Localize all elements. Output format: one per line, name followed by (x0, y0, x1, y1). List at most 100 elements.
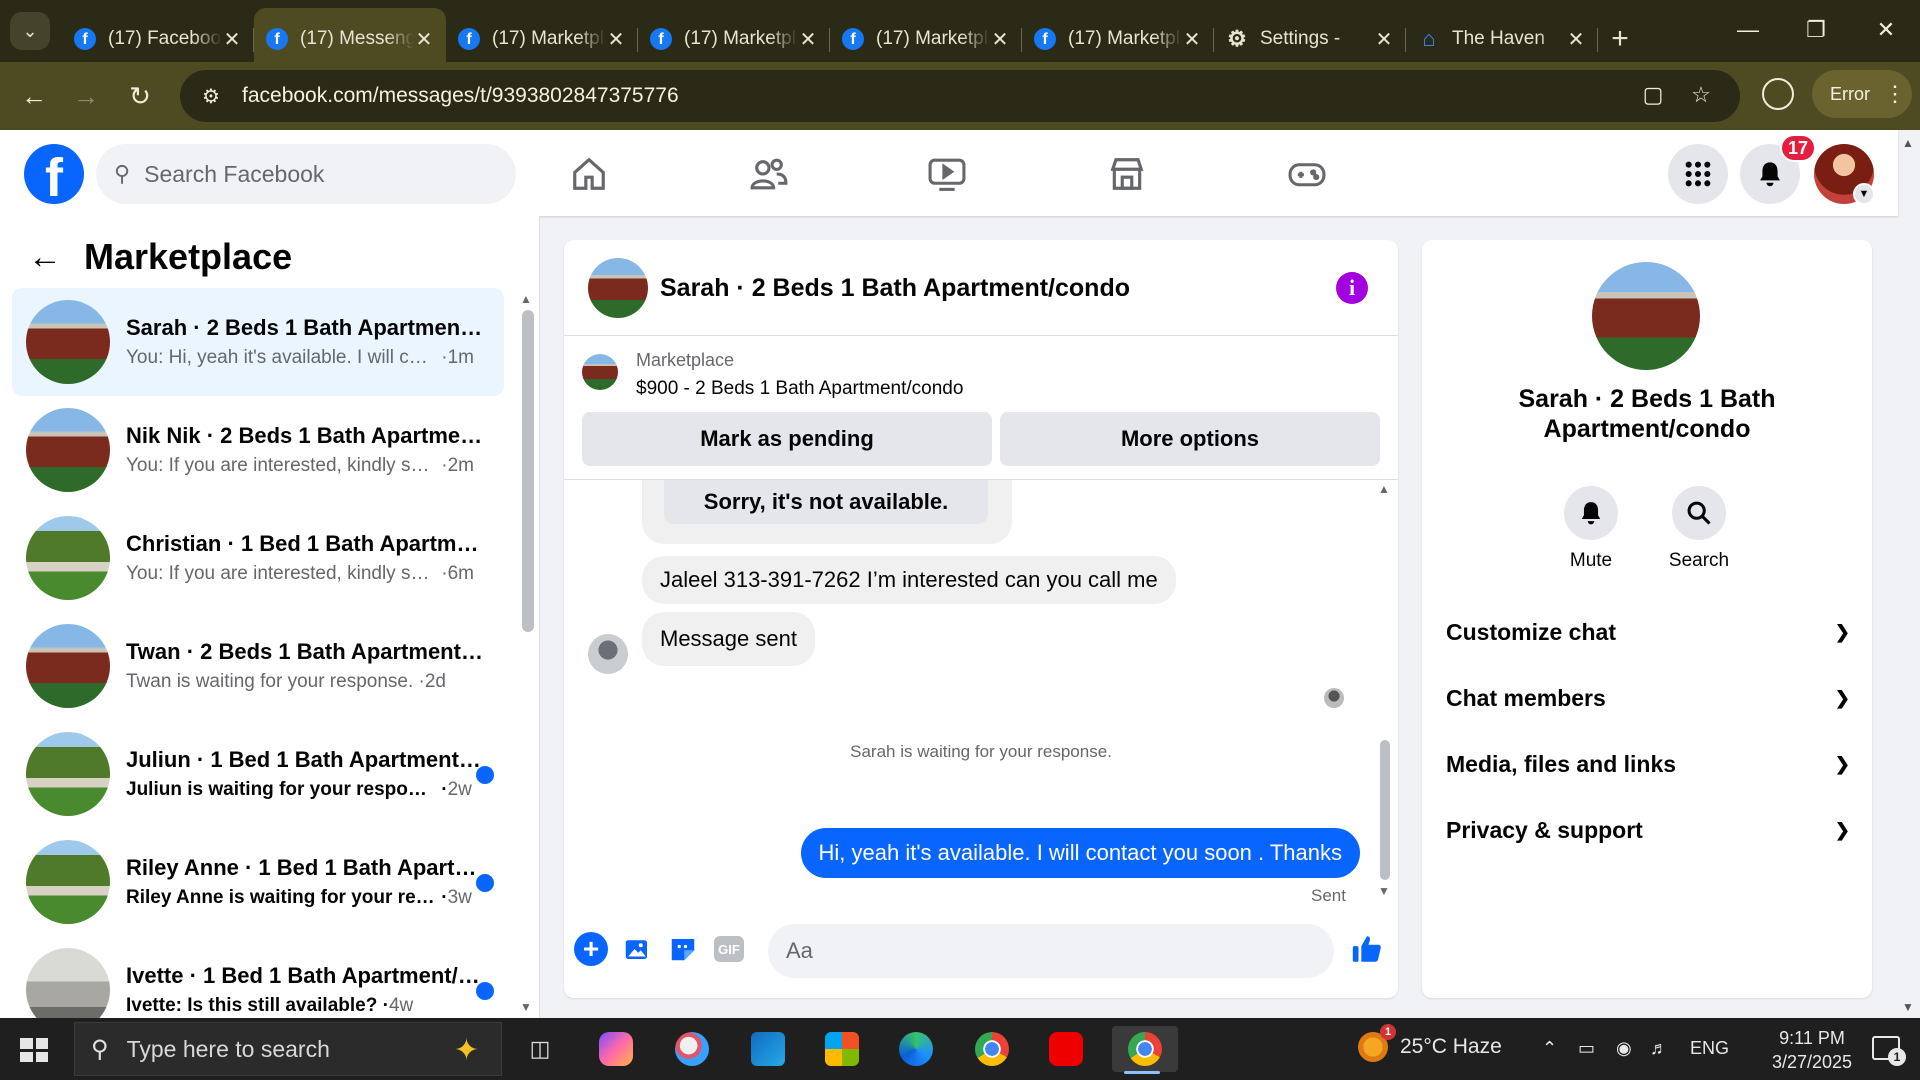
install-app-icon[interactable]: ▢ (1638, 82, 1668, 112)
media-files-links-section[interactable]: Media, files and links ❯ (1446, 740, 1850, 788)
new-tab-button[interactable]: + (1598, 16, 1642, 62)
video-nav[interactable] (924, 152, 970, 196)
address-bar[interactable]: ⚙ facebook.com/messages/t/93938028473757… (180, 70, 1740, 122)
chevron-up-icon[interactable]: ⌃ (1542, 1038, 1557, 1059)
tab-messenger[interactable]: f (17) Messenger ✕ (254, 8, 446, 62)
tab-marketplace-3[interactable]: f (17) Marketplace ✕ (830, 16, 1022, 62)
like-button[interactable] (1350, 932, 1384, 966)
microsoft-store-app[interactable] (812, 1026, 872, 1072)
close-icon[interactable]: ✕ (990, 27, 1010, 52)
youtube-app[interactable] (1036, 1026, 1096, 1072)
scroll-up-arrow[interactable]: ▲ (1378, 482, 1390, 496)
close-icon[interactable]: ✕ (1566, 27, 1586, 52)
back-button[interactable]: ← (14, 76, 54, 116)
marketplace-nav[interactable] (1104, 152, 1150, 196)
photo-icon[interactable] (620, 932, 654, 966)
chat-members-section[interactable]: Chat members ❯ (1446, 674, 1850, 722)
language-indicator[interactable]: ENG (1690, 1038, 1729, 1059)
task-view-button[interactable]: ◫ (510, 1026, 570, 1072)
chat-title[interactable]: Sarah · 2 Beds 1 Bath Apartment/condo (660, 274, 1130, 303)
gaming-nav[interactable] (1284, 152, 1330, 196)
scroll-down-arrow[interactable]: ▼ (1378, 884, 1390, 898)
taskbar-clock[interactable]: 9:11 PM 3/27/2025 (1766, 1026, 1858, 1074)
paint-app[interactable] (662, 1026, 722, 1072)
customize-chat-section[interactable]: Customize chat ❯ (1446, 608, 1850, 656)
restore-button[interactable]: ❐ (1786, 10, 1846, 50)
copilot-app[interactable] (586, 1026, 646, 1072)
star-icon[interactable]: ☆ (1686, 82, 1716, 112)
reload-button[interactable]: ↻ (120, 76, 160, 116)
chevron-down-icon[interactable]: ▼ (1853, 183, 1875, 205)
forward-button[interactable]: → (66, 76, 106, 116)
notification-center-button[interactable]: 1 (1872, 1036, 1906, 1066)
minimize-button[interactable]: — (1718, 10, 1778, 50)
site-info-icon[interactable]: ⚙ (186, 84, 236, 109)
close-icon[interactable]: ✕ (606, 27, 626, 52)
outlook-app[interactable] (738, 1026, 798, 1072)
tab-marketplace-1[interactable]: f (17) Marketplace ✕ (446, 16, 638, 62)
facebook-logo-icon[interactable]: f (24, 144, 84, 204)
weather-widget[interactable]: 1 25°C Haze (1358, 1024, 1502, 1062)
wifi-icon[interactable]: ◉ (1616, 1038, 1632, 1059)
menu-button[interactable] (1668, 144, 1728, 204)
chrome-app[interactable] (962, 1026, 1022, 1072)
outgoing-message[interactable]: Hi, yeah it's available. I will contact … (800, 828, 1360, 878)
conversation-list-scrollbar[interactable] (522, 310, 534, 632)
info-icon[interactable]: i (1336, 272, 1368, 304)
scroll-down-arrow[interactable]: ▼ (520, 1000, 532, 1014)
chat-avatar[interactable] (588, 258, 648, 318)
privacy-support-section[interactable]: Privacy & support ❯ (1446, 806, 1850, 854)
close-icon[interactable]: ✕ (798, 27, 818, 52)
listing-thumbnail[interactable] (582, 354, 618, 390)
chat-info-avatar[interactable] (1592, 262, 1700, 370)
mark-as-pending-button[interactable]: Mark as pending (582, 412, 992, 466)
close-icon[interactable]: ✕ (414, 27, 434, 52)
conversation-item[interactable]: Sarah · 2 Beds 1 Bath Apartment/condo Yo… (12, 288, 504, 396)
tab-search-button[interactable]: ⌄ (10, 12, 50, 50)
sticker-icon[interactable] (666, 932, 700, 966)
tab-settings[interactable]: ⚙ Settings - ✕ (1214, 16, 1406, 62)
sender-avatar[interactable] (588, 634, 628, 674)
taskbar-search[interactable]: ⚲ ✦ (74, 1022, 502, 1076)
close-icon[interactable]: ✕ (222, 27, 242, 52)
incoming-message[interactable]: Jaleel 313-391-7262 I’m interested can y… (642, 556, 1176, 604)
friends-nav[interactable] (746, 152, 792, 196)
conversation-item[interactable]: Nik Nik · 2 Beds 1 Bath Apartment/condo … (12, 396, 504, 504)
listing-title[interactable]: $900 - 2 Beds 1 Bath Apartment/condo (636, 378, 963, 400)
conversation-item[interactable]: Ivette · 1 Bed 1 Bath Apartment/condo Iv… (12, 936, 504, 1018)
scroll-up-arrow[interactable]: ▲ (520, 292, 532, 306)
incoming-message[interactable]: Message sent (642, 612, 815, 666)
arrow-left-icon[interactable]: ← (28, 238, 68, 277)
message-input[interactable] (786, 938, 1266, 964)
chat-scrollbar[interactable] (1380, 740, 1390, 880)
facebook-search[interactable]: ⚲ (96, 144, 516, 204)
conversation-item[interactable]: Twan · 2 Beds 1 Bath Apartment/condo Twa… (12, 612, 504, 720)
message-input-box[interactable] (768, 924, 1334, 978)
tab-marketplace-2[interactable]: f (17) Marketplace ✕ (638, 16, 830, 62)
mute-action[interactable]: Mute (1551, 486, 1631, 572)
close-icon[interactable]: ✕ (1182, 27, 1202, 52)
taskbar-search-input[interactable] (126, 1035, 387, 1063)
conversation-item[interactable]: Christian · 1 Bed 1 Bath Apartment/condo… (12, 504, 504, 612)
close-icon[interactable]: ✕ (1374, 27, 1394, 52)
battery-icon[interactable]: ▭ (1578, 1038, 1595, 1059)
home-nav[interactable] (566, 152, 612, 196)
tab-the-haven[interactable]: ⌂ The Haven ✕ (1406, 16, 1598, 62)
close-window-button[interactable]: ✕ (1856, 10, 1916, 50)
facebook-search-input[interactable] (144, 160, 445, 188)
windows-start-button[interactable] (14, 1032, 54, 1068)
conversation-item[interactable]: Riley Anne · 1 Bed 1 Bath Apartment/cond… (12, 828, 504, 936)
account-icon[interactable] (1762, 78, 1794, 110)
page-scroll-down-arrow[interactable]: ▼ (1902, 1000, 1914, 1014)
conversation-item[interactable]: Juliun · 1 Bed 1 Bath Apartment/condo Ju… (12, 720, 504, 828)
gif-icon[interactable]: GIF (714, 936, 744, 962)
plus-icon[interactable]: + (574, 932, 608, 966)
chrome-app-active[interactable] (1112, 1026, 1178, 1074)
url-text[interactable]: facebook.com/messages/t/9393802847375776 (242, 84, 679, 108)
profile-error-button[interactable]: Error ⋮ (1812, 70, 1912, 118)
tab-marketplace-4[interactable]: f (17) Marketplace ✕ (1022, 16, 1214, 62)
page-scroll-up-arrow[interactable]: ▲ (1902, 136, 1914, 150)
search-action[interactable]: Search (1659, 486, 1739, 572)
more-options-button[interactable]: More options (1000, 412, 1380, 466)
tab-facebook[interactable]: f (17) Facebook ✕ (62, 16, 254, 62)
